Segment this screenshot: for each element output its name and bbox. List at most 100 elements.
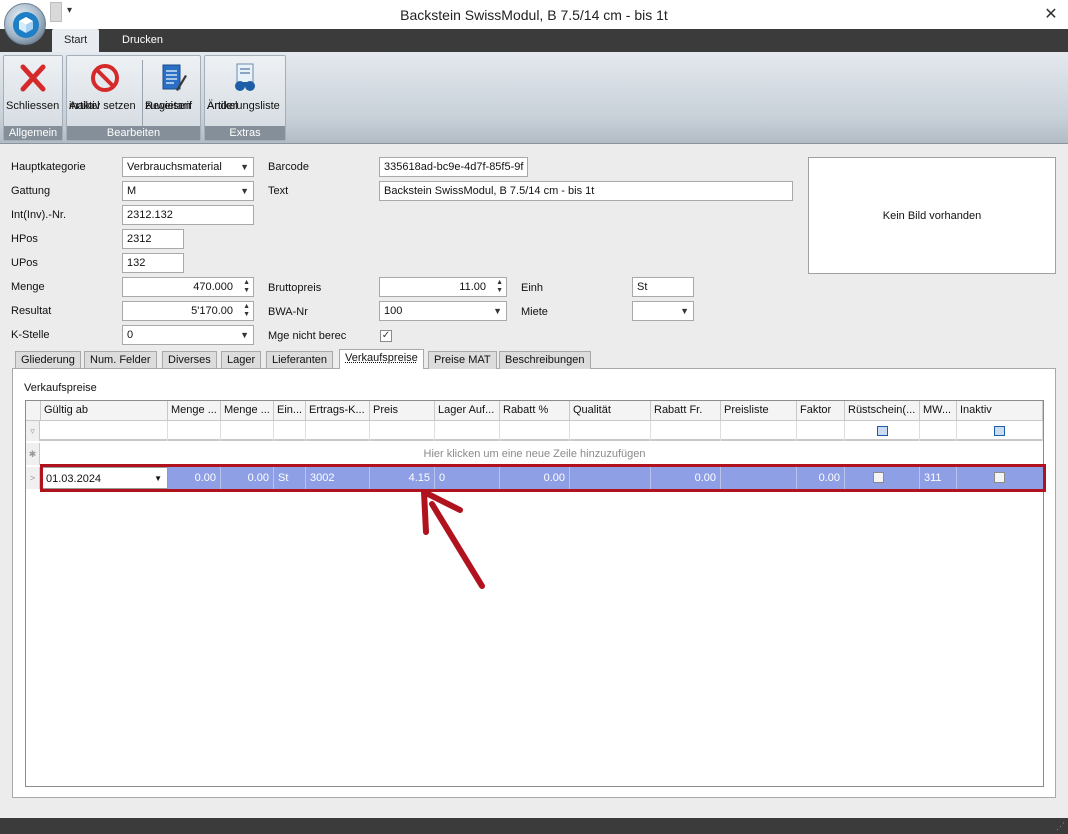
document-binoculars-icon bbox=[235, 63, 255, 91]
text-label: Text bbox=[268, 185, 289, 197]
filter-cell[interactable] bbox=[570, 421, 651, 441]
bwanr-select[interactable]: 100 ▼ bbox=[379, 301, 507, 321]
new-row-hint[interactable]: ✱ Hier klicken um eine neue Zeile hinzuz… bbox=[26, 443, 1043, 465]
column-header[interactable]: Gültig ab bbox=[41, 401, 168, 421]
column-header[interactable]: Menge ... bbox=[168, 401, 221, 421]
current-row-arrow-icon[interactable]: > bbox=[26, 467, 40, 489]
annotation-arrow bbox=[421, 490, 485, 589]
filter-cell[interactable] bbox=[920, 421, 957, 441]
chevron-down-icon: ▼ bbox=[240, 186, 249, 196]
filter-cell[interactable] bbox=[41, 421, 168, 441]
einh-field[interactable]: St bbox=[632, 277, 694, 297]
filter-cell[interactable] bbox=[797, 421, 845, 441]
menge-label: Menge bbox=[11, 281, 45, 293]
kstelle-label: K-Stelle bbox=[11, 329, 50, 341]
column-header[interactable]: Inaktiv bbox=[957, 401, 1043, 421]
hauptkategorie-select[interactable]: Verbrauchsmaterial ▼ bbox=[122, 157, 254, 177]
column-header[interactable]: Rabatt Fr. bbox=[651, 401, 721, 421]
article-form: Hauptkategorie Verbrauchsmaterial ▼ Gattu… bbox=[0, 145, 1068, 805]
tab-lieferanten[interactable]: Lieferanten bbox=[266, 351, 334, 369]
cube-icon bbox=[13, 12, 39, 38]
upos-field[interactable]: 132 bbox=[122, 253, 184, 273]
group-caption-extras: Extras bbox=[205, 126, 285, 140]
schliessen-button[interactable]: Schliessen bbox=[6, 58, 60, 128]
spinner-arrows-icon[interactable]: ▲ ▼ bbox=[243, 279, 250, 295]
resize-grip-icon[interactable]: ⋰ bbox=[1056, 821, 1065, 832]
gattung-label: Gattung bbox=[11, 185, 51, 197]
filter-cell[interactable] bbox=[435, 421, 500, 441]
bruttopreis-label: Bruttopreis bbox=[268, 282, 322, 294]
barcode-field[interactable]: 335618ad-bc9e-4d7f-85f5-9f bbox=[379, 157, 528, 177]
tab-beschreibungen[interactable]: Beschreibungen bbox=[499, 351, 591, 369]
einh-label: Einh bbox=[521, 282, 544, 294]
panel-title: Verkaufspreise bbox=[24, 382, 97, 394]
kstelle-select[interactable]: 0 ▼ bbox=[122, 325, 254, 345]
prohibited-icon bbox=[91, 64, 119, 92]
ribbon-tab-strip: Start Drucken bbox=[0, 29, 1068, 52]
column-header[interactable]: Menge ... bbox=[221, 401, 274, 421]
hauptkategorie-label: Hauptkategorie bbox=[11, 161, 86, 173]
hpos-field[interactable]: 2312 bbox=[122, 229, 184, 249]
barcode-label: Barcode bbox=[268, 161, 309, 173]
miete-select[interactable]: ▼ bbox=[632, 301, 694, 321]
filter-cell[interactable] bbox=[721, 421, 797, 441]
gattung-select[interactable]: M ▼ bbox=[122, 181, 254, 201]
tab-gliederung[interactable]: Gliederung bbox=[15, 351, 81, 369]
text-field[interactable]: Backstein SwissModul, B 7.5/14 cm - bis … bbox=[379, 181, 793, 201]
resultat-label: Resultat bbox=[11, 305, 52, 317]
column-header[interactable]: Ertrags-K... bbox=[306, 401, 370, 421]
spinner-arrows-icon[interactable]: ▲ ▼ bbox=[243, 303, 250, 319]
column-header[interactable]: Ein... bbox=[274, 401, 306, 421]
tab-verkaufspreise[interactable]: Verkaufspreise bbox=[339, 349, 424, 369]
intnr-field[interactable]: 2312.132 bbox=[122, 205, 254, 225]
filter-cell[interactable] bbox=[168, 421, 221, 441]
filter-cell[interactable] bbox=[651, 421, 721, 441]
filter-cell[interactable] bbox=[221, 421, 274, 441]
artikel-inaktiv-setzen-button[interactable]: Artikel inaktiv setzen bbox=[69, 58, 141, 128]
mge-nicht-berec-checkbox[interactable]: ✓ bbox=[380, 330, 392, 342]
tab-lager[interactable]: Lager bbox=[221, 351, 262, 369]
tab-preise-mat[interactable]: Preise MAT bbox=[428, 351, 497, 369]
filter-cell[interactable] bbox=[274, 421, 306, 441]
bruttopreis-spinner[interactable]: 11.00 ▲ ▼ bbox=[379, 277, 507, 297]
chevron-down-icon: ▼ bbox=[493, 306, 502, 316]
resultat-spinner[interactable]: 5'170.00 ▲ ▼ bbox=[122, 301, 254, 321]
column-header[interactable]: Faktor bbox=[797, 401, 845, 421]
row-indicator-header bbox=[26, 401, 41, 421]
filter-cell[interactable] bbox=[370, 421, 435, 441]
chevron-down-icon: ▼ bbox=[680, 306, 689, 316]
ribbon-separator bbox=[142, 60, 143, 126]
regietarif-zuweisen-button[interactable]: Regietarif zuweisen bbox=[145, 58, 199, 128]
filter-cell[interactable] bbox=[306, 421, 370, 441]
column-header[interactable]: MW... bbox=[920, 401, 957, 421]
filter-checkbox-icon[interactable] bbox=[877, 426, 888, 436]
column-header[interactable]: Rüstschein(... bbox=[845, 401, 920, 421]
tab-start[interactable]: Start bbox=[52, 29, 100, 52]
window-title: Backstein SwissModul, B 7.5/14 cm - bis … bbox=[400, 7, 668, 23]
filter-cell[interactable] bbox=[845, 421, 920, 441]
filter-cell[interactable] bbox=[500, 421, 570, 441]
menge-spinner[interactable]: 470.000 ▲ ▼ bbox=[122, 277, 254, 297]
miete-label: Miete bbox=[521, 306, 548, 318]
artikel-aenderungsliste-button[interactable]: Artikel Änderungsliste bbox=[207, 58, 283, 128]
column-header[interactable]: Lager Auf... bbox=[435, 401, 500, 421]
filter-cell[interactable] bbox=[957, 421, 1043, 441]
intnr-label: Int(Inv).-Nr. bbox=[11, 209, 67, 221]
spinner-arrows-icon[interactable]: ▲ ▼ bbox=[496, 279, 503, 295]
column-header[interactable]: Qualität bbox=[570, 401, 651, 421]
app-logo[interactable] bbox=[4, 3, 46, 45]
tab-num-felder[interactable]: Num. Felder bbox=[84, 351, 157, 369]
ribbon-group-extras: Artikel Änderungsliste Extras bbox=[204, 55, 286, 141]
tab-drucken[interactable]: Drucken bbox=[110, 29, 175, 52]
chevron-down-icon: ▼ bbox=[240, 330, 249, 340]
tab-diverses[interactable]: Diverses bbox=[162, 351, 217, 369]
image-placeholder[interactable]: Kein Bild vorhanden bbox=[808, 157, 1056, 274]
column-header[interactable]: Preisliste bbox=[721, 401, 797, 421]
filter-checkbox-icon[interactable] bbox=[994, 426, 1005, 436]
filter-row[interactable]: ▿ bbox=[26, 421, 1043, 441]
column-header[interactable]: Preis bbox=[370, 401, 435, 421]
group-caption-allgemein: Allgemein bbox=[4, 126, 62, 140]
column-header[interactable]: Rabatt % bbox=[500, 401, 570, 421]
ribbon-group-allgemein: Schliessen Allgemein bbox=[3, 55, 63, 141]
close-icon[interactable]: ✕ bbox=[1042, 4, 1060, 24]
